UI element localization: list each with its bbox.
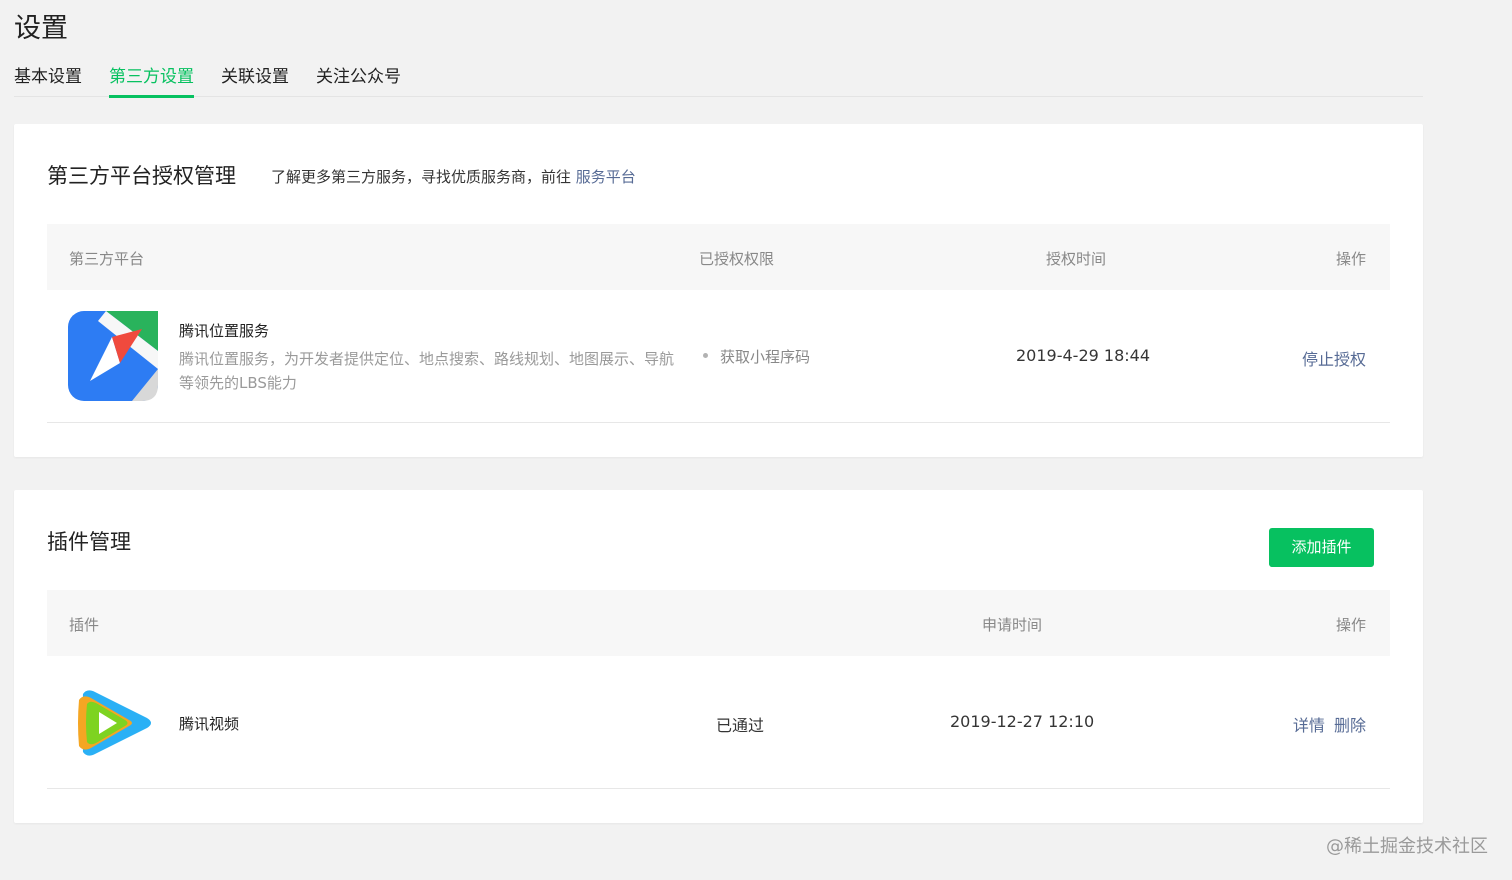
app-description: 腾讯位置服务，为开发者提供定位、地点搜索、路线规划、地图展示、导航等领先的LBS… xyxy=(179,350,675,392)
tab-association-settings[interactable]: 关联设置 xyxy=(221,64,289,97)
table-row: 腾讯视频 已通过 2019-12-27 12:10 详情 删除 xyxy=(47,656,1390,789)
column-header-platform: 第三方平台 xyxy=(69,250,145,268)
plugin-status: 已通过 xyxy=(716,716,765,735)
permission-item: 获取小程序码 xyxy=(703,346,810,367)
permission-label: 获取小程序码 xyxy=(720,348,811,366)
plugin-management-card: 插件管理 添加插件 插件 申请时间 操作 腾讯视频 已通过 2019-12-27… xyxy=(14,490,1423,823)
table-row: 腾讯位置服务 腾讯位置服务，为开发者提供定位、地点搜索、路线规划、地图展示、导航… xyxy=(47,290,1390,423)
column-header-plugin: 插件 xyxy=(69,616,100,634)
plugin-detail-link[interactable]: 详情 xyxy=(1293,716,1325,735)
third-party-auth-desc: 了解更多第三方服务，寻找优质服务商，前往 服务平台 xyxy=(271,166,636,187)
add-plugin-button[interactable]: 添加插件 xyxy=(1269,528,1374,567)
third-party-auth-title: 第三方平台授权管理 xyxy=(47,164,236,188)
plugin-name: 腾讯视频 xyxy=(179,715,240,733)
plugin-actions: 详情 删除 xyxy=(1293,712,1366,736)
third-party-auth-card: 第三方平台授权管理 了解更多第三方服务，寻找优质服务商，前往 服务平台 第三方平… xyxy=(14,124,1423,457)
tencent-video-icon xyxy=(78,690,151,756)
plugin-delete-link[interactable]: 删除 xyxy=(1334,716,1366,735)
tab-third-party-settings[interactable]: 第三方设置 xyxy=(109,64,194,98)
auth-time: 2019-4-29 18:44 xyxy=(1016,346,1150,365)
plugin-management-title: 插件管理 xyxy=(47,530,131,554)
page-title: 设置 xyxy=(14,13,68,44)
column-header-permission: 已授权权限 xyxy=(699,250,775,268)
stop-authorization-link[interactable]: 停止授权 xyxy=(1302,346,1366,370)
column-header-apply-time: 申请时间 xyxy=(982,616,1043,634)
column-header-auth-time: 授权时间 xyxy=(1046,250,1107,268)
third-party-table-header: 第三方平台 已授权权限 授权时间 操作 xyxy=(47,224,1390,290)
plugin-table-header: 插件 申请时间 操作 xyxy=(47,590,1390,656)
app-name: 腾讯位置服务 xyxy=(179,322,270,340)
settings-tabs: 基本设置 第三方设置 关联设置 关注公众号 xyxy=(14,64,1423,98)
bullet-dot xyxy=(703,353,708,358)
tab-basic-settings[interactable]: 基本设置 xyxy=(14,64,82,97)
tencent-location-icon xyxy=(68,311,158,401)
tab-follow-official-account[interactable]: 关注公众号 xyxy=(316,64,401,97)
column-header-action: 操作 xyxy=(1335,616,1366,634)
service-platform-link[interactable]: 服务平台 xyxy=(576,168,636,186)
watermark: @稀土掘金技术社区 xyxy=(1326,836,1488,857)
plugin-apply-time: 2019-12-27 12:10 xyxy=(950,712,1095,731)
third-party-desc-text: 了解更多第三方服务，寻找优质服务商，前往 xyxy=(271,168,576,186)
column-header-action: 操作 xyxy=(1335,250,1366,268)
